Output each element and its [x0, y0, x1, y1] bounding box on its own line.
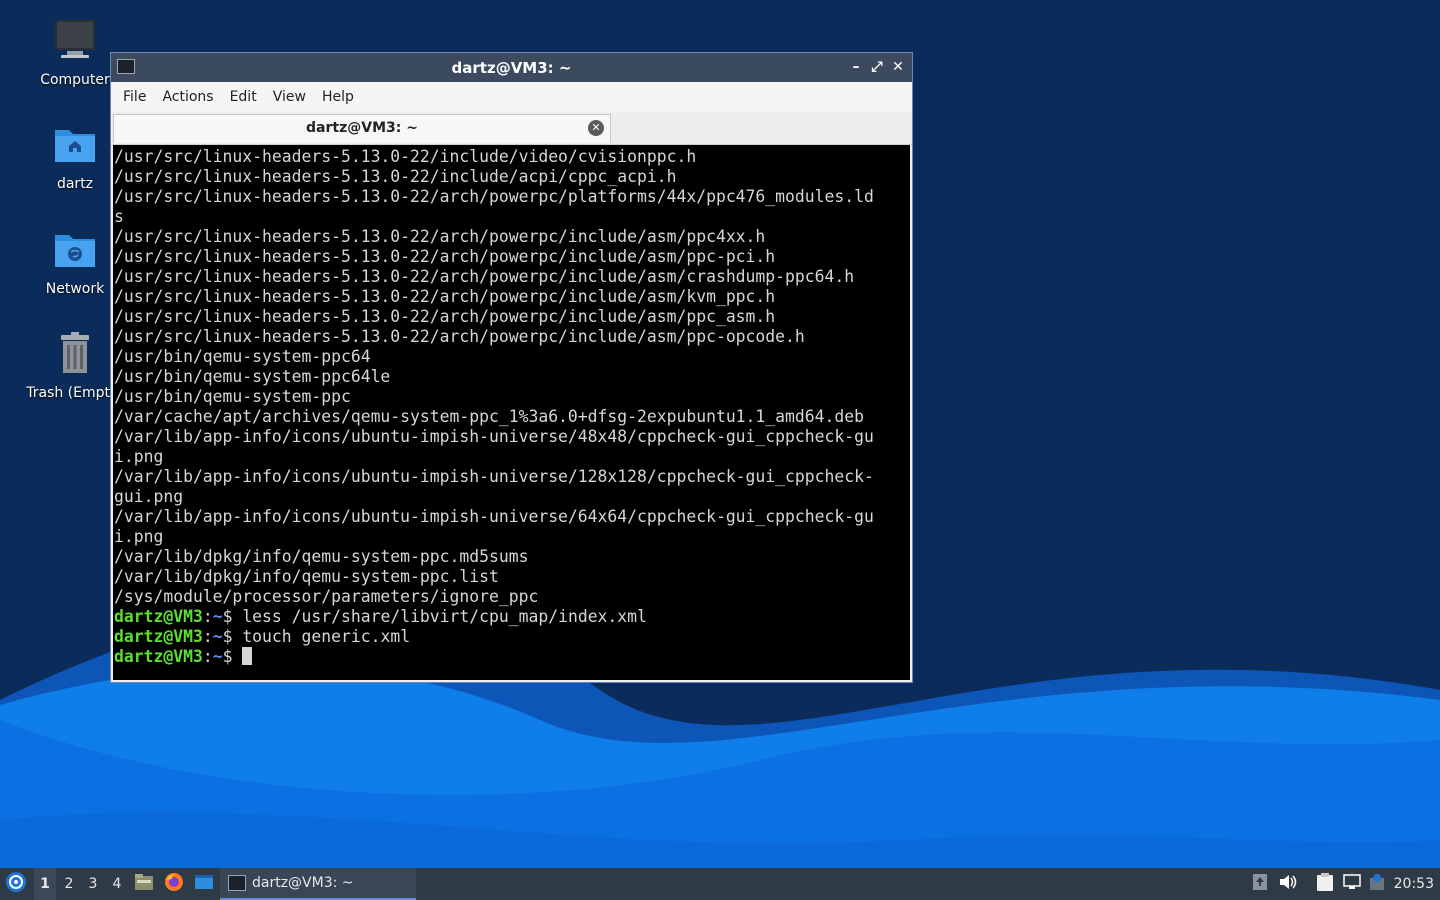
file-manager-icon: [134, 873, 154, 895]
window-titlebar[interactable]: dartz@VM3: ~ – ⤢ ✕: [111, 53, 912, 82]
show-desktop-icon: [194, 873, 214, 895]
tray-upload[interactable]: [1250, 868, 1270, 900]
terminal-line: /usr/src/linux-headers-5.13.0-22/arch/po…: [114, 187, 874, 206]
prompt-path: ~: [212, 647, 223, 666]
clipboard-icon: [1316, 872, 1334, 896]
tray-network[interactable]: [1341, 868, 1363, 900]
prompt-path: ~: [212, 607, 223, 626]
tray-clipboard[interactable]: [1314, 868, 1336, 900]
terminal-line: /var/cache/apt/archives/qemu-system-ppc_…: [114, 407, 864, 426]
terminal-window[interactable]: dartz@VM3: ~ – ⤢ ✕ File Actions Edit Vie…: [110, 52, 913, 683]
menu-actions[interactable]: Actions: [154, 89, 221, 105]
terminal-line: /usr/src/linux-headers-5.13.0-22/arch/po…: [114, 307, 776, 326]
taskbar: 1 2 3 4 dartz@VM3: ~ 20:53: [0, 868, 1440, 900]
terminal-line: /usr/bin/qemu-system-ppc64: [114, 347, 371, 366]
prompt-sep: :: [202, 647, 213, 666]
terminal-line: /var/lib/app-info/icons/ubuntu-impish-un…: [114, 507, 874, 526]
prompt-line: dartz@VM3:~$ touch generic.xml: [114, 627, 910, 647]
workspace-4[interactable]: 4: [106, 868, 128, 900]
prompt-user: dartz@VM3: [114, 627, 203, 646]
computer-icon: [51, 18, 99, 66]
tab-bar: dartz@VM3: ~ ✕: [111, 112, 912, 145]
taskbar-item-label: dartz@VM3: ~: [252, 875, 354, 891]
maximize-button[interactable]: ⤢: [867, 57, 887, 77]
menu-view[interactable]: View: [265, 89, 314, 105]
prompt-symbol: $: [222, 627, 243, 646]
network-folder-icon: [51, 227, 99, 275]
prompt-user: dartz@VM3: [114, 647, 203, 666]
terminal-line: i.png: [114, 527, 164, 546]
terminal-line: /var/lib/app-info/icons/ubuntu-impish-un…: [114, 427, 874, 446]
trash-icon: [51, 331, 99, 379]
firefox-icon: [164, 872, 184, 896]
tray-update-notifier[interactable]: [1367, 868, 1387, 900]
terminal-icon: [228, 875, 246, 891]
terminal-lines: /usr/src/linux-headers-5.13.0-22/include…: [114, 147, 910, 607]
menubar: File Actions Edit View Help: [111, 82, 912, 112]
terminal-line: /sys/module/processor/parameters/ignore_…: [114, 587, 539, 606]
terminal-line: /usr/src/linux-headers-5.13.0-22/arch/po…: [114, 227, 766, 246]
terminal-line: gui.png: [114, 487, 184, 506]
terminal-line: /usr/bin/qemu-system-ppc64le: [114, 367, 391, 386]
prompt-sep: :: [202, 627, 213, 646]
prompt-line: dartz@VM3:~$ less /usr/share/libvirt/cpu…: [114, 607, 910, 627]
terminal-line: i.png: [114, 447, 164, 466]
terminal-line: /var/lib/dpkg/info/qemu-system-ppc.md5su…: [114, 547, 529, 566]
tab-terminal[interactable]: dartz@VM3: ~ ✕: [113, 114, 611, 143]
menu-edit[interactable]: Edit: [222, 89, 265, 105]
terminal-line: /var/lib/dpkg/info/qemu-system-ppc.list: [114, 567, 499, 586]
terminal-icon: [117, 59, 135, 74]
tab-close-icon[interactable]: ✕: [588, 120, 604, 136]
tray-volume[interactable]: [1277, 868, 1299, 900]
terminal-line: /usr/src/linux-headers-5.13.0-22/arch/po…: [114, 327, 805, 346]
firefox-launcher[interactable]: [162, 868, 186, 900]
upload-icon: [1252, 873, 1268, 895]
terminal-line: /usr/src/linux-headers-5.13.0-22/include…: [114, 167, 677, 186]
taskbar-clock[interactable]: 20:53: [1394, 868, 1434, 900]
window-title: dartz@VM3: ~: [451, 58, 572, 77]
terminal-output[interactable]: /usr/src/linux-headers-5.13.0-22/include…: [113, 145, 910, 680]
terminal-line: /var/lib/app-info/icons/ubuntu-impish-un…: [114, 467, 874, 486]
prompt-command: less /usr/share/libvirt/cpu_map/index.xm…: [242, 607, 647, 626]
close-button[interactable]: ✕: [888, 57, 908, 77]
terminal-line: /usr/src/linux-headers-5.13.0-22/arch/po…: [114, 287, 776, 306]
lubuntu-logo-icon: [5, 871, 27, 897]
prompt-line-current[interactable]: dartz@VM3:~$: [114, 647, 910, 667]
workspace-2[interactable]: 2: [58, 868, 80, 900]
volume-icon: [1279, 874, 1297, 894]
workspace-1[interactable]: 1: [34, 868, 56, 900]
minimize-button[interactable]: –: [846, 57, 866, 77]
network-icon: [1343, 874, 1361, 894]
prompt-symbol: $: [222, 647, 243, 666]
prompt-command: touch generic.xml: [242, 627, 411, 646]
taskbar-item-terminal[interactable]: dartz@VM3: ~: [220, 868, 416, 900]
terminal-line: /usr/src/linux-headers-5.13.0-22/arch/po…: [114, 267, 855, 286]
terminal-line: /usr/bin/qemu-system-ppc: [114, 387, 351, 406]
prompt-symbol: $: [222, 607, 243, 626]
terminal-line: /usr/src/linux-headers-5.13.0-22/arch/po…: [114, 247, 776, 266]
terminal-line: s: [114, 207, 124, 226]
start-menu-button[interactable]: [2, 868, 30, 900]
terminal-line: /usr/src/linux-headers-5.13.0-22/include…: [114, 147, 697, 166]
prompt-sep: :: [202, 607, 213, 626]
file-manager-launcher[interactable]: [132, 868, 156, 900]
tab-label: dartz@VM3: ~: [306, 120, 418, 136]
prompt-user: dartz@VM3: [114, 607, 203, 626]
prompt-path: ~: [212, 627, 223, 646]
home-folder-icon: [51, 122, 99, 170]
menu-help[interactable]: Help: [314, 89, 362, 105]
menu-file[interactable]: File: [115, 89, 154, 105]
text-cursor: [242, 647, 253, 665]
workspace-3[interactable]: 3: [82, 868, 104, 900]
show-desktop-launcher[interactable]: [192, 868, 216, 900]
update-notifier-icon: [1369, 873, 1385, 895]
